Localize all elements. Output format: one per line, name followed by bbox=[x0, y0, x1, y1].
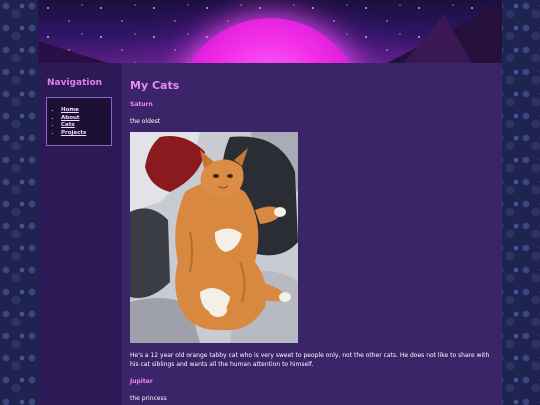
sidebar: Navigation Home About Cats Projects bbox=[38, 63, 122, 405]
cat-tagline-saturn: the oldest bbox=[130, 118, 161, 125]
nav-link-home[interactable]: Home bbox=[61, 107, 79, 113]
nav-item-cats: Cats bbox=[61, 122, 86, 130]
header-banner bbox=[38, 0, 502, 63]
nav-list: Home About Cats Projects bbox=[61, 107, 86, 137]
cat-name-jupiter: Jupiter bbox=[130, 378, 153, 385]
nav-link-projects[interactable]: Projects bbox=[61, 130, 86, 136]
nav-item-home: Home bbox=[61, 107, 86, 115]
nav-box: Home About Cats Projects bbox=[46, 97, 112, 146]
cat-description-saturn: He's a 12 year old orange tabby cat who … bbox=[130, 352, 490, 368]
page-body: { "sidebar": { "title": "Navigation", "i… bbox=[0, 0, 540, 405]
cat-tagline-jupiter: the princess bbox=[130, 395, 167, 402]
cat-photo-saturn bbox=[130, 132, 298, 343]
nav-link-cats[interactable]: Cats bbox=[61, 122, 75, 128]
mountain-left-graphic bbox=[38, 41, 108, 63]
mountain-peak-graphic bbox=[404, 15, 472, 63]
sidebar-title: Navigation bbox=[47, 78, 103, 88]
cat-photo-illustration bbox=[130, 132, 298, 343]
cat-name-saturn: Saturn bbox=[130, 101, 153, 108]
page-container: Navigation Home About Cats Projects My C… bbox=[38, 0, 502, 405]
nav-item-projects: Projects bbox=[61, 130, 86, 138]
nav-item-about: About bbox=[61, 115, 86, 123]
nav-link-about[interactable]: About bbox=[61, 115, 80, 121]
page-title: My Cats bbox=[130, 79, 180, 92]
